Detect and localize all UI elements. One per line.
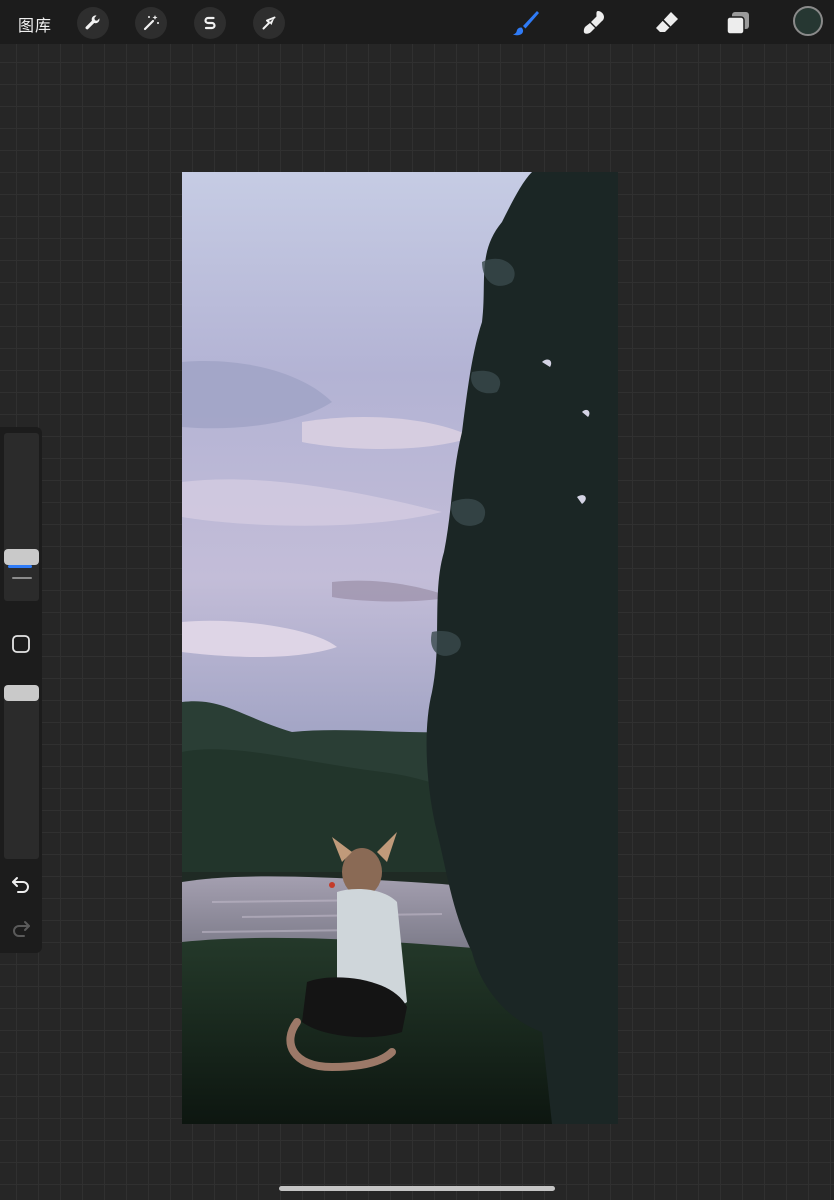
modify-button[interactable] — [8, 631, 34, 657]
gallery-button[interactable]: 图库 — [18, 12, 52, 36]
smudge-tool[interactable] — [578, 6, 612, 40]
actions-button[interactable] — [77, 7, 109, 39]
magic-wand-icon — [143, 15, 159, 31]
layers-tool[interactable] — [721, 6, 755, 40]
size-indicator-bar — [8, 565, 32, 568]
redo-icon — [13, 921, 30, 937]
side-toolbar — [0, 427, 42, 953]
brush-size-thumb[interactable] — [4, 548, 39, 565]
modify-square-icon — [12, 635, 30, 653]
selection-button[interactable] — [194, 7, 226, 39]
undo-button[interactable] — [8, 871, 34, 897]
redo-button[interactable] — [8, 915, 34, 941]
transform-arrow-icon — [262, 16, 276, 30]
brush-tool[interactable] — [508, 6, 542, 40]
artwork-painting — [182, 172, 618, 1124]
smudge-icon — [583, 11, 604, 34]
adjustments-button[interactable] — [135, 7, 167, 39]
undo-icon — [12, 877, 29, 893]
opacity-slider[interactable] — [4, 685, 39, 859]
wrench-icon — [85, 15, 100, 30]
opacity-thumb[interactable] — [4, 685, 39, 701]
drawing-canvas[interactable] — [182, 172, 618, 1124]
selection-s-icon — [204, 16, 216, 30]
size-tick — [12, 577, 32, 579]
color-picker-button[interactable] — [793, 6, 823, 36]
brush-size-slider[interactable] — [4, 433, 39, 601]
layers-icon — [726, 12, 749, 35]
home-indicator[interactable] — [279, 1186, 555, 1191]
transform-button[interactable] — [253, 7, 285, 39]
eraser-icon — [656, 12, 678, 32]
eraser-tool[interactable] — [650, 6, 684, 40]
brush-icon — [513, 11, 539, 36]
top-toolbar: 图库 — [0, 0, 834, 44]
